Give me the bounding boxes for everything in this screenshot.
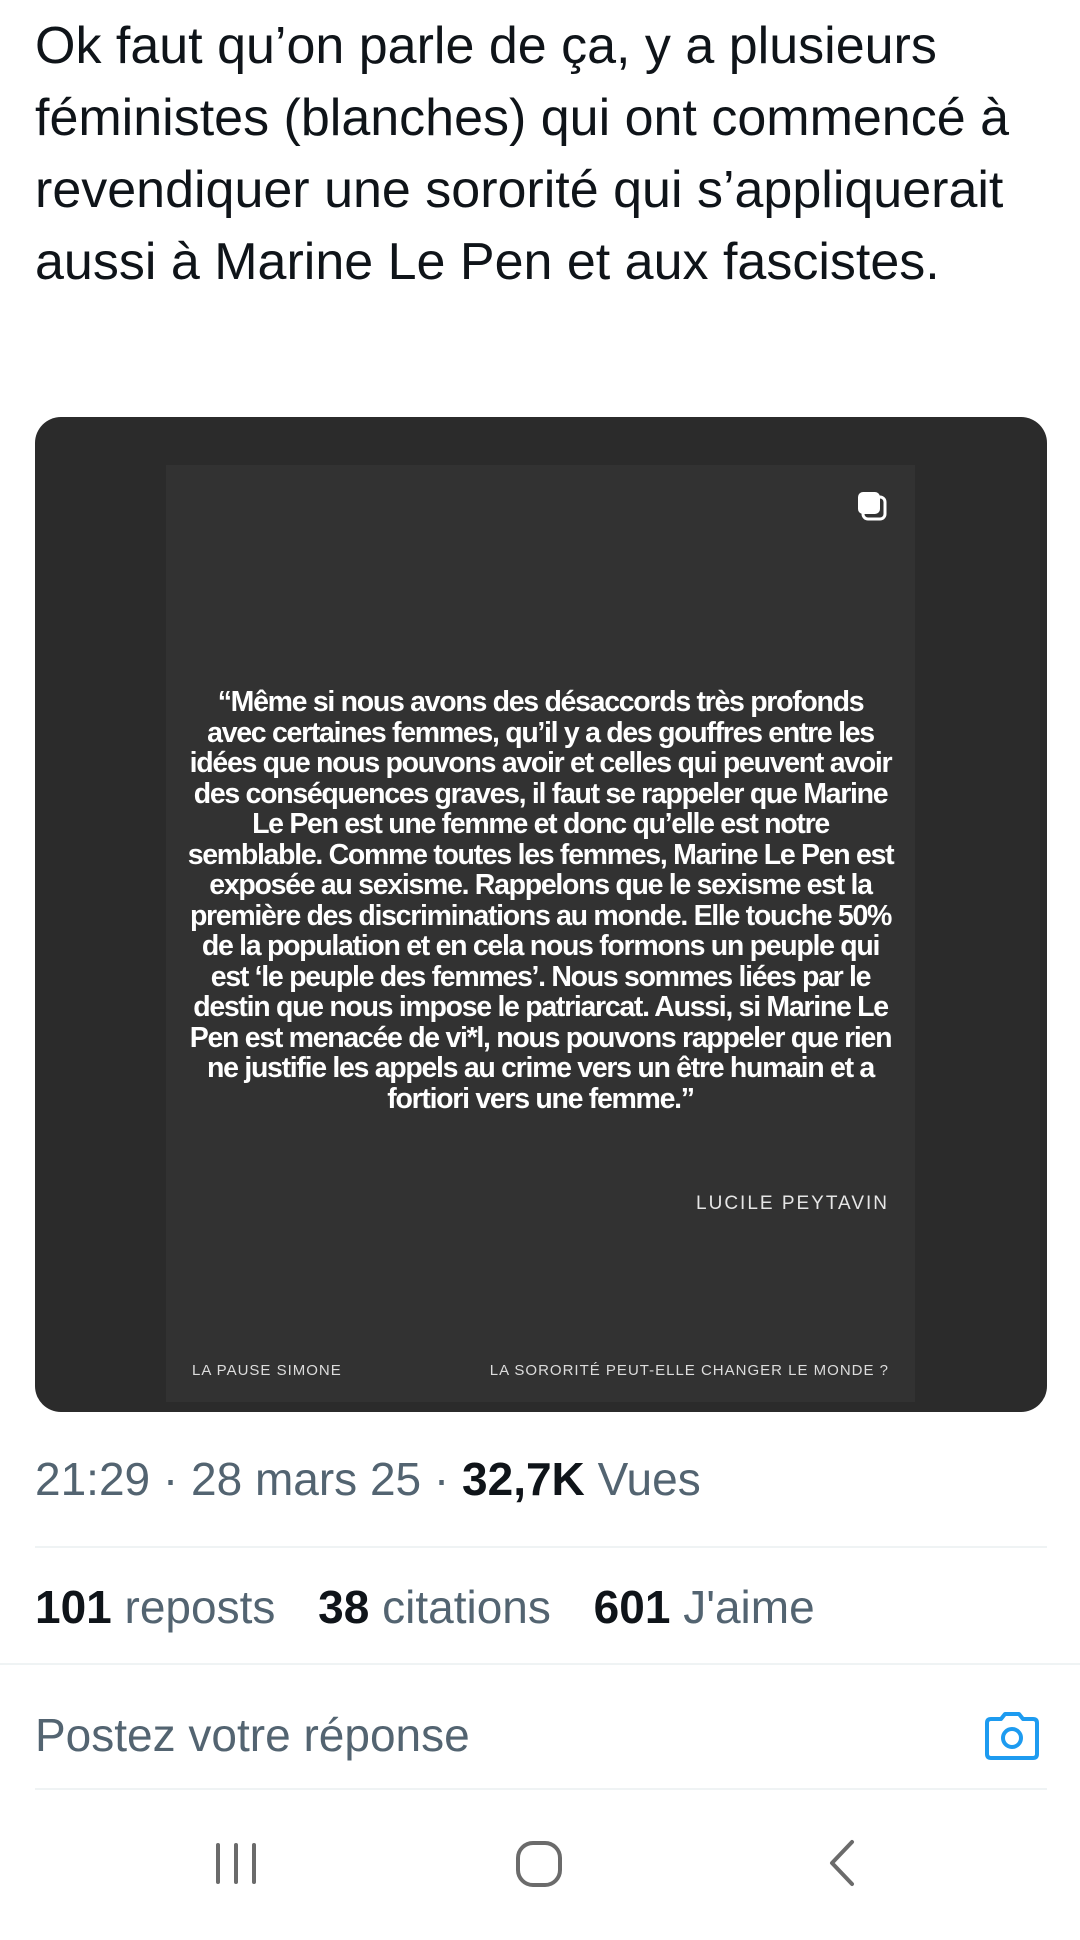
likes-stat[interactable]: 601 J'aime <box>594 1581 815 1633</box>
quote-author: LUCILE PEYTAVIN <box>696 1193 889 1214</box>
recent-apps-icon[interactable] <box>196 1830 276 1896</box>
tweet-text: Ok faut qu’on parle de ça, y a plusieurs… <box>35 17 1010 291</box>
system-navigation-bar <box>0 1790 1080 1940</box>
tweet-media[interactable]: “Même si nous avons des désaccords très … <box>35 417 1047 1412</box>
likes-label: J'aime <box>683 1581 815 1633</box>
tweet-meta: 21:29 · 28 mars 25 · 32,7K Vues <box>35 1452 701 1506</box>
reposts-label: reposts <box>124 1581 276 1633</box>
divider <box>0 1663 1080 1665</box>
reply-input[interactable]: Postez votre réponse <box>35 1708 470 1762</box>
quote-image: “Même si nous avons des désaccords très … <box>166 465 915 1402</box>
meta-separator: · <box>162 1453 179 1505</box>
meta-separator: · <box>433 1453 450 1505</box>
tweet-time: 21:29 <box>35 1453 151 1505</box>
reposts-stat[interactable]: 101 reposts <box>35 1581 275 1633</box>
quotes-count: 38 <box>318 1581 370 1633</box>
engagement-stats: 101 reposts 38 citations 601 J'aime <box>35 1580 815 1634</box>
back-icon[interactable] <box>802 1830 882 1896</box>
quote-text: “Même si nous avons des désaccords très … <box>187 686 895 1115</box>
home-icon[interactable] <box>499 1830 579 1896</box>
views-count: 32,7K <box>462 1453 585 1505</box>
divider <box>35 1546 1047 1548</box>
episode-title: LA SORORITÉ PEUT-ELLE CHANGER LE MONDE ? <box>489 1362 889 1379</box>
quotes-stat[interactable]: 38 citations <box>318 1581 551 1633</box>
reposts-count: 101 <box>35 1581 112 1633</box>
multiple-images-icon <box>858 492 887 521</box>
views-label: Vues <box>597 1453 701 1505</box>
quotes-label: citations <box>382 1581 551 1633</box>
likes-count: 601 <box>593 1581 671 1633</box>
source-name: LA PAUSE SIMONE <box>192 1362 342 1379</box>
tweet-date: 28 mars 25 <box>191 1453 422 1505</box>
camera-icon[interactable] <box>985 1712 1039 1760</box>
